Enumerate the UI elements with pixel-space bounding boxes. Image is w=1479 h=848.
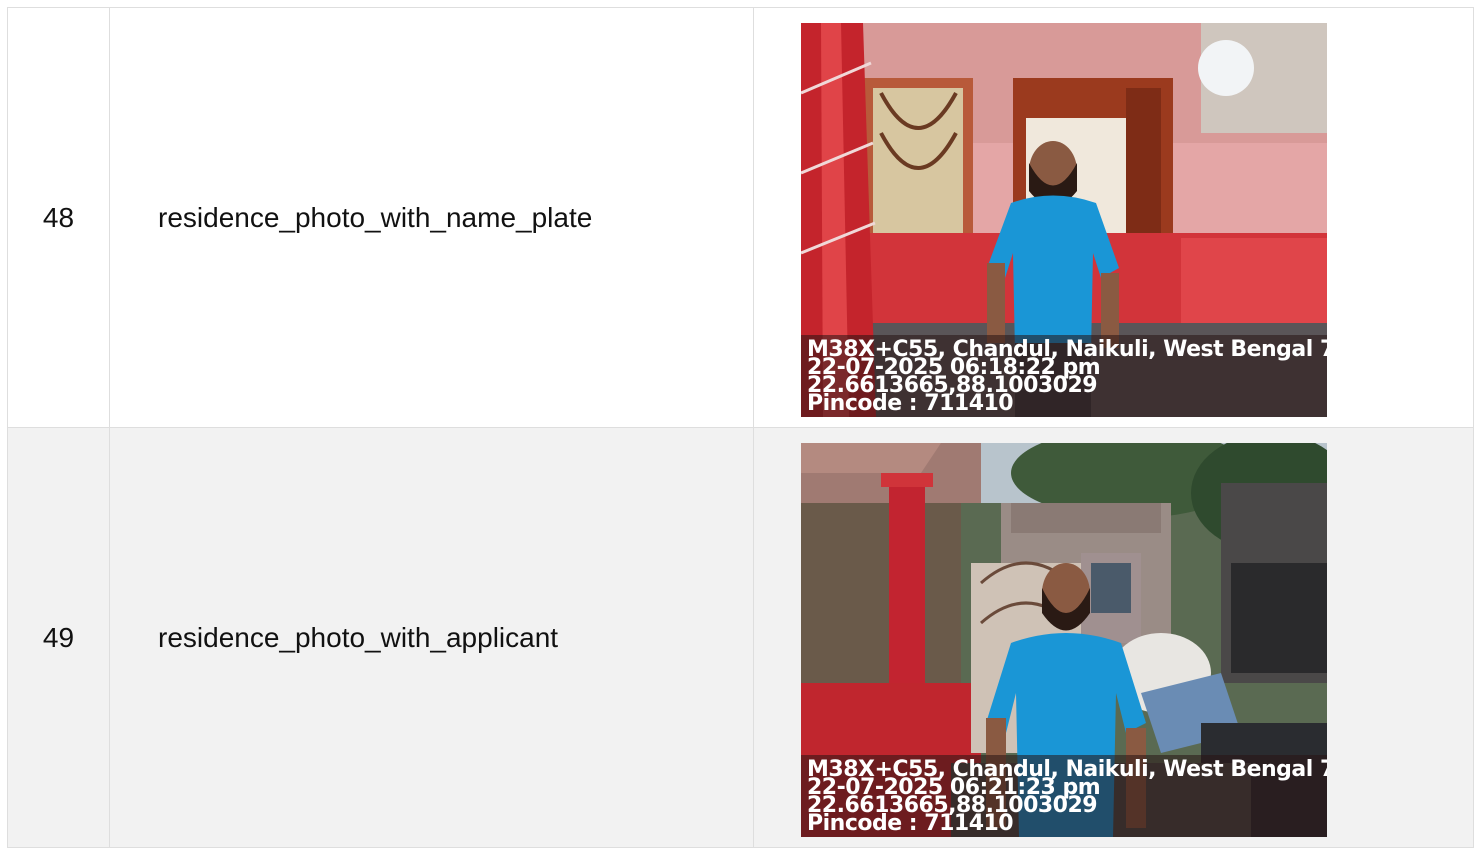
photo-geotag-overlay: M38X+C55, Chandul, Naikuli, West Bengal …	[801, 755, 1327, 837]
row-number: 48	[8, 8, 110, 427]
photo-type-label: residence_photo_with_applicant	[110, 428, 754, 847]
photo-geotag-overlay: M38X+C55, Chandul, Naikuli, West Bengal …	[801, 335, 1327, 417]
photo-table: 48 residence_photo_with_name_plate M38X+…	[7, 7, 1474, 848]
row-number: 49	[8, 428, 110, 847]
table-row: 48 residence_photo_with_name_plate M38X+…	[8, 8, 1474, 428]
residence-photo[interactable]: M38X+C55, Chandul, Naikuli, West Bengal …	[801, 23, 1327, 417]
photo-cell: M38X+C55, Chandul, Naikuli, West Bengal …	[754, 8, 1474, 427]
residence-photo[interactable]: M38X+C55, Chandul, Naikuli, West Bengal …	[801, 443, 1327, 837]
table-row: 49 residence_photo_with_applicant M38X+C…	[8, 428, 1474, 848]
photo-type-label: residence_photo_with_name_plate	[110, 8, 754, 427]
photo-cell: M38X+C55, Chandul, Naikuli, West Bengal …	[754, 428, 1474, 847]
